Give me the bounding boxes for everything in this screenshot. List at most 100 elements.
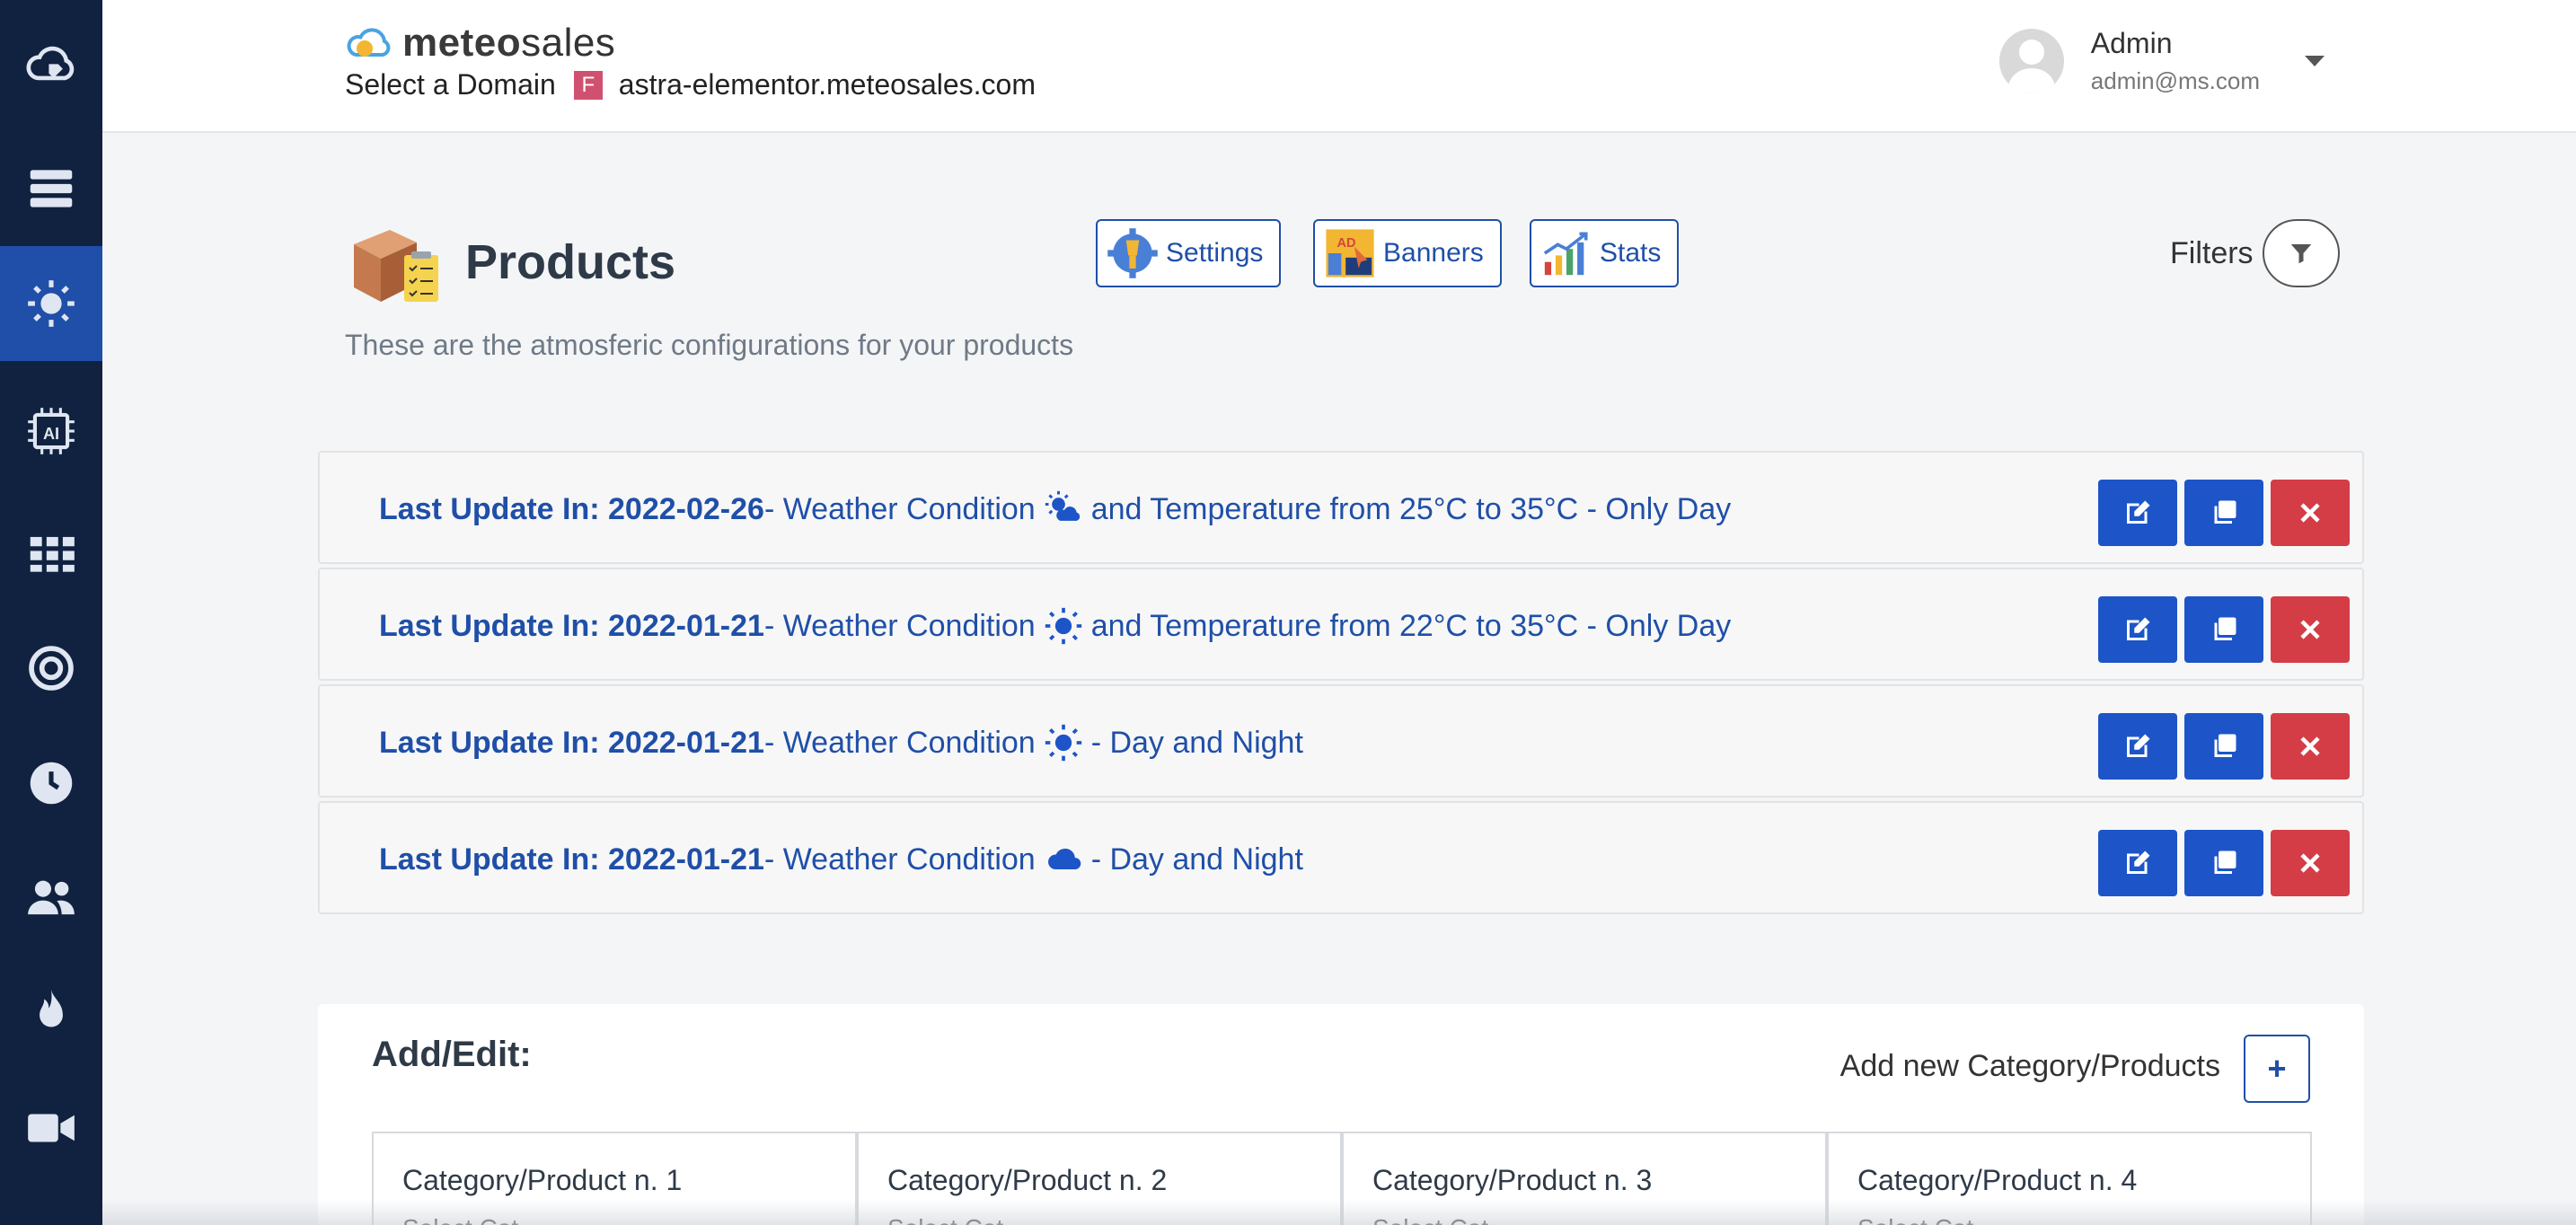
logo-text: meteosales: [402, 21, 616, 65]
duplicate-button[interactable]: [2184, 596, 2263, 663]
brand-logo[interactable]: meteosales: [345, 20, 615, 66]
category-select[interactable]: Select Cat...: [1372, 1214, 1510, 1225]
close-icon: [2300, 503, 2320, 523]
edit-icon: [2127, 617, 2150, 640]
stats-label: Stats: [1600, 238, 1662, 268]
filters-label: Filters: [2170, 235, 2254, 270]
configuration-summary[interactable]: Last Update In: 2022-01-21 - Weather Con…: [379, 803, 1303, 916]
last-update-date: Last Update In: 2022-02-26: [379, 491, 764, 526]
sidebar-item-targets[interactable]: [0, 611, 102, 726]
avatar[interactable]: [1998, 29, 2064, 93]
banners-label: Banners: [1383, 238, 1484, 268]
svg-text:AI: AI: [43, 425, 59, 443]
user-name: Admin: [2090, 27, 2173, 59]
edit-button[interactable]: [2098, 830, 2177, 896]
condition-detail: and Temperature from 25°C to 35°C - Only…: [1090, 491, 1732, 526]
sidebar-item-hot[interactable]: [0, 956, 102, 1071]
sidebar-item-home[interactable]: [0, 9, 102, 124]
edit-button[interactable]: [2098, 596, 2177, 663]
stats-chart-icon: [1543, 232, 1588, 276]
condition-label: - Weather Condition: [763, 491, 1036, 526]
category-select[interactable]: Select Cat...: [402, 1214, 540, 1225]
page-subtitle: These are the atmosferic configurations …: [345, 329, 1074, 361]
configuration-row[interactable]: Last Update In: 2022-01-21 - Weather Con…: [318, 684, 2364, 798]
delete-button[interactable]: [2271, 830, 2350, 896]
domain-favicon: F: [573, 70, 603, 100]
sidebar-item-history[interactable]: [0, 726, 102, 841]
stats-button[interactable]: Stats: [1530, 219, 1680, 287]
chevron-down-icon[interactable]: [2305, 56, 2325, 66]
category-card[interactable]: Category/Product n. 2 Select Cat...: [857, 1132, 1342, 1225]
clock-icon: [30, 762, 73, 805]
category-card[interactable]: Category/Product n. 3 Select Cat...: [1342, 1132, 1827, 1225]
configuration-row[interactable]: Last Update In: 2022-01-21 - Weather Con…: [318, 801, 2364, 914]
edit-button[interactable]: [2098, 480, 2177, 546]
category-card[interactable]: Category/Product n. 4 Select Cat...: [1827, 1132, 2312, 1225]
filters-control: Filters: [2170, 219, 2340, 287]
sidebar-item-ai[interactable]: AI: [0, 374, 102, 489]
delete-button[interactable]: [2271, 596, 2350, 663]
category-select[interactable]: Select Cat...: [1857, 1214, 1995, 1225]
configuration-summary[interactable]: Last Update In: 2022-02-26 - Weather Con…: [379, 453, 1731, 566]
sidebar-item-video[interactable]: [0, 1071, 102, 1185]
edit-button[interactable]: [2098, 713, 2177, 780]
target-icon: [29, 646, 74, 691]
svg-text:AD: AD: [1337, 236, 1356, 251]
settings-button[interactable]: Settings: [1096, 219, 1282, 287]
domain-label: Select a Domain: [345, 68, 556, 101]
panel-title: Add/Edit:: [372, 1035, 532, 1074]
duplicate-button[interactable]: [2184, 830, 2263, 896]
copy-icon: [2214, 500, 2236, 524]
fire-icon: [40, 990, 63, 1027]
ai-chip-icon: AI: [28, 408, 75, 454]
condition-detail: - Day and Night: [1090, 842, 1303, 877]
filter-funnel-icon: [2290, 244, 2311, 264]
page-title: Products: [465, 235, 676, 289]
user-menu[interactable]: Admin admin@ms.com: [1998, 27, 2325, 95]
close-icon: [2300, 620, 2320, 639]
delete-button[interactable]: [2271, 713, 2350, 780]
page-heading: Products: [345, 217, 675, 307]
sun-icon: [28, 280, 75, 327]
copy-icon: [2214, 734, 2236, 757]
sun-cloud-icon: [1043, 489, 1084, 530]
edit-icon: [2127, 500, 2150, 524]
domain-value[interactable]: astra-elementor.meteosales.com: [619, 68, 1036, 101]
users-icon: [28, 880, 75, 915]
banners-button[interactable]: AD Banners: [1313, 219, 1502, 287]
last-update-date: Last Update In: 2022-01-21: [379, 725, 764, 760]
filters-button[interactable]: [2262, 219, 2340, 287]
top-header: meteosales Select a Domain F astra-eleme…: [102, 0, 2576, 133]
condition-detail: and Temperature from 22°C to 35°C - Only…: [1090, 608, 1732, 643]
close-icon: [2300, 853, 2320, 873]
category-select[interactable]: Select Cat...: [887, 1214, 1025, 1225]
meteosales-logo-icon: [347, 28, 391, 57]
sidebar-item-users[interactable]: [0, 841, 102, 956]
condition-label: - Weather Condition: [763, 842, 1036, 877]
category-card[interactable]: Category/Product n. 1 Select Cat...: [372, 1132, 857, 1225]
condition-label: - Weather Condition: [763, 725, 1036, 760]
user-email: admin@ms.com: [2090, 67, 2260, 94]
domain-selector[interactable]: Select a Domain F astra-elementor.meteos…: [345, 68, 1036, 101]
configuration-summary[interactable]: Last Update In: 2022-01-21 - Weather Con…: [379, 569, 1731, 683]
video-icon: [28, 1114, 75, 1142]
settings-gear-icon: [1107, 228, 1158, 278]
condition-label: - Weather Condition: [763, 608, 1036, 643]
sun-icon: [1043, 605, 1084, 647]
server-icon: [30, 170, 73, 207]
duplicate-button[interactable]: [2184, 480, 2263, 546]
configuration-row[interactable]: Last Update In: 2022-02-26 - Weather Con…: [318, 451, 2364, 564]
configuration-row[interactable]: Last Update In: 2022-01-21 - Weather Con…: [318, 568, 2364, 681]
configuration-summary[interactable]: Last Update In: 2022-01-21 - Weather Con…: [379, 686, 1303, 799]
products-box-icon: [354, 230, 438, 302]
copy-icon: [2214, 617, 2236, 640]
sidebar-item-servers[interactable]: [0, 131, 102, 246]
add-category-button[interactable]: +: [2244, 1035, 2310, 1103]
delete-button[interactable]: [2271, 480, 2350, 546]
copy-icon: [2214, 850, 2236, 874]
add-category-label: Add new Category/Products: [1839, 1049, 2220, 1083]
sidebar-item-weather[interactable]: [0, 246, 102, 361]
sidebar-item-apps[interactable]: [0, 496, 102, 611]
duplicate-button[interactable]: [2184, 713, 2263, 780]
sidebar: AI: [0, 0, 102, 1225]
